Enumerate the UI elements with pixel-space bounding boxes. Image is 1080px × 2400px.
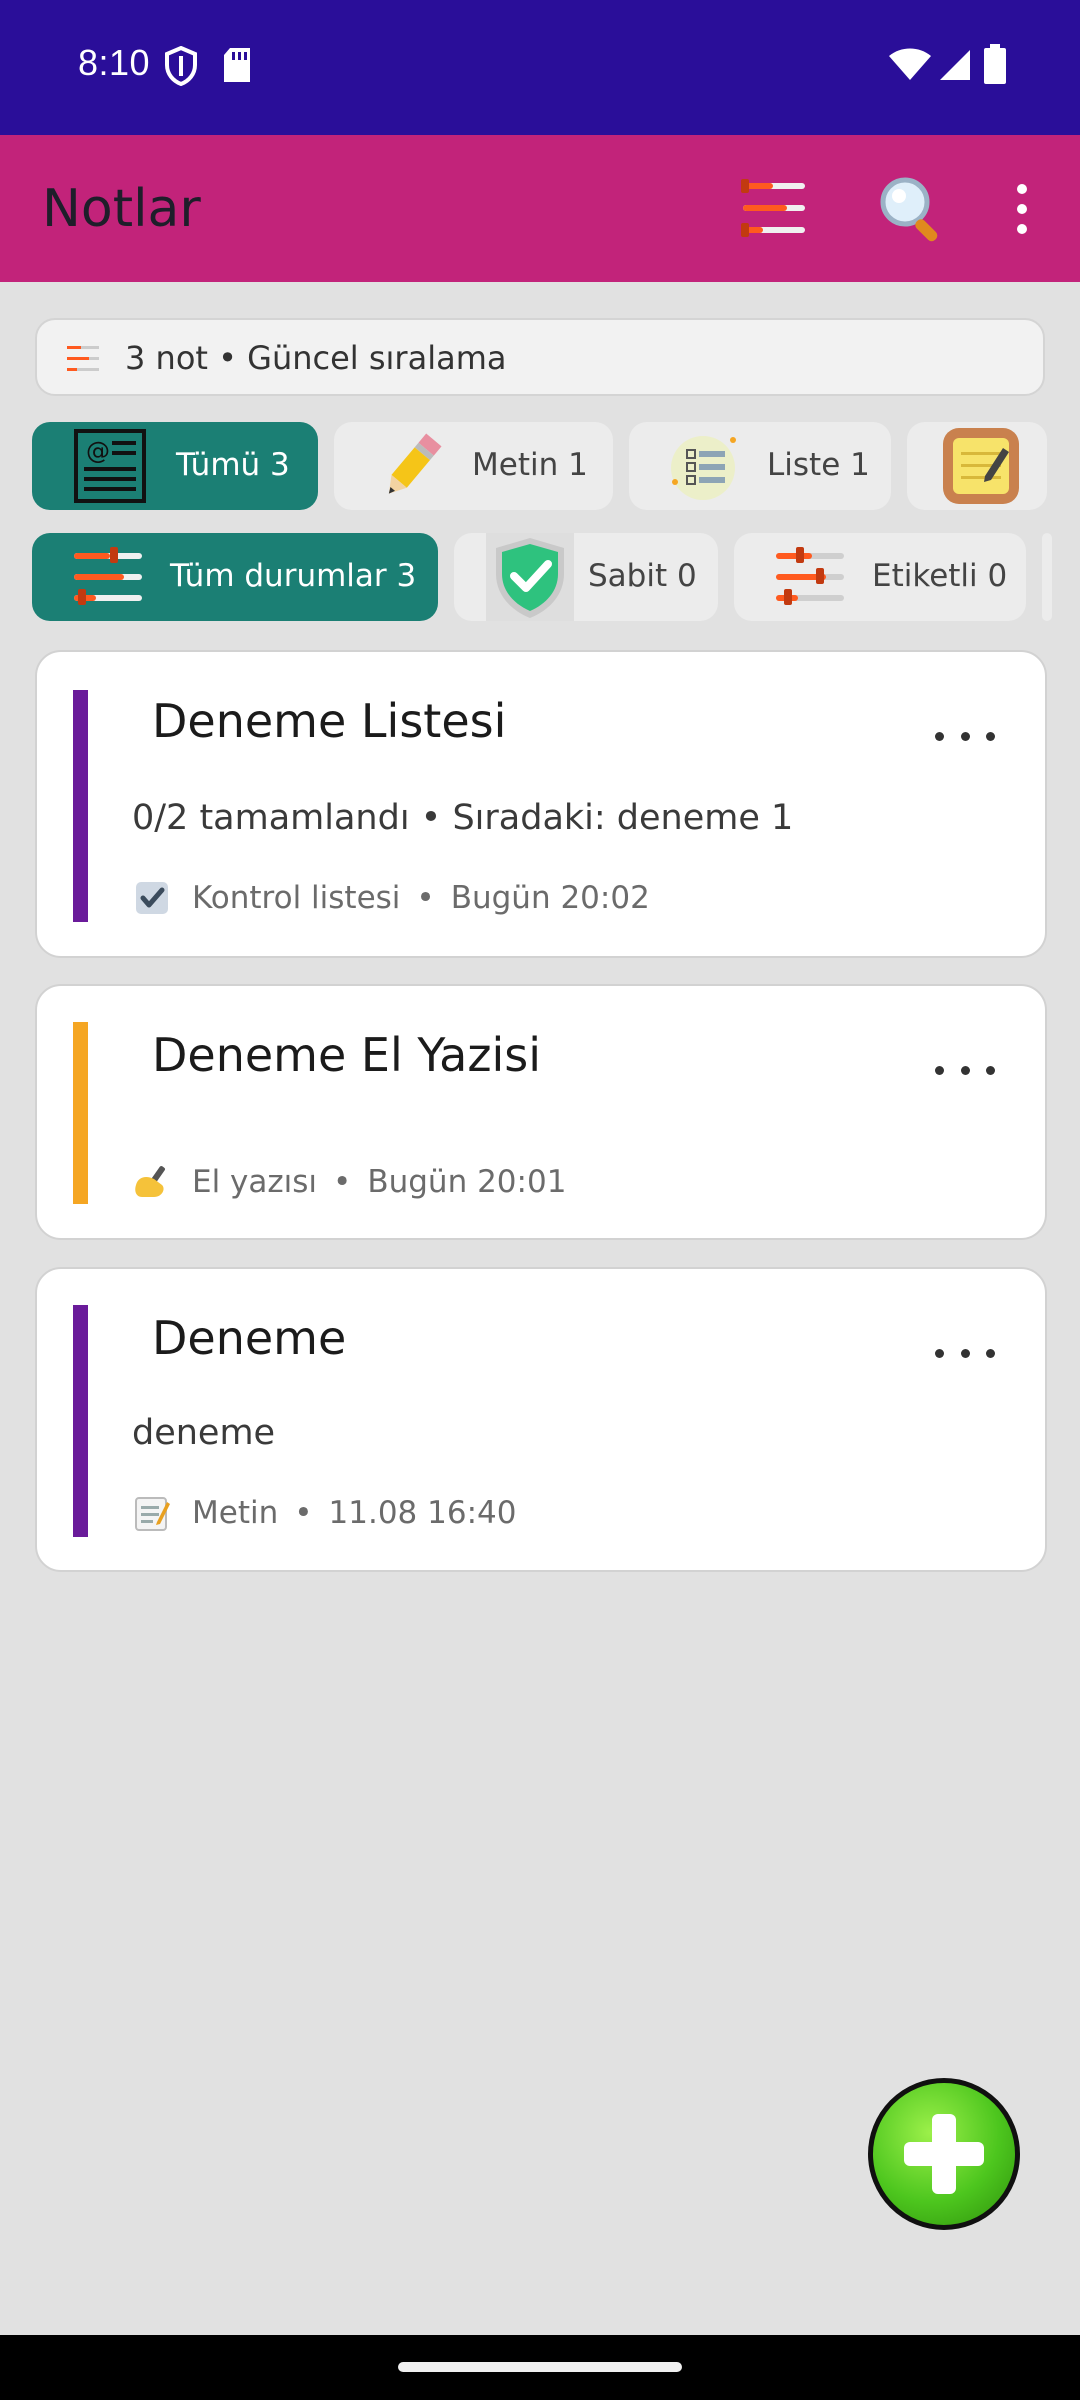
more-dot (986, 731, 995, 741)
more-horiz-icon (935, 731, 944, 741)
more-horiz-icon (935, 1348, 944, 1358)
memo-icon (132, 1493, 172, 1533)
note-type-label: Metin (192, 1495, 279, 1531)
status-chip-overflow[interactable] (1042, 533, 1052, 621)
status-chip-label: Tüm durumlar 3 (170, 558, 417, 594)
status-chip-pinned[interactable]: Sabit 0 (454, 533, 718, 621)
note-card[interactable]: Deneme El Yazisi El yazısı • Bugün 20:01 (35, 984, 1047, 1240)
note-title: Deneme El Yazisi (152, 1028, 542, 1082)
note-more-button[interactable] (935, 1050, 995, 1090)
note-body: deneme (132, 1413, 276, 1453)
checklist-icon (667, 430, 743, 502)
filter-chip-label: Liste 1 (767, 447, 870, 483)
plus-icon (904, 2114, 984, 2194)
note-date: 11.08 16:40 (328, 1495, 517, 1531)
note-meta: Metin • 11.08 16:40 (132, 1493, 516, 1533)
note-accent-bar (73, 1022, 88, 1204)
status-time: 8:10 (78, 42, 151, 83)
note-meta: El yazısı • Bugün 20:01 (132, 1162, 566, 1202)
filter-chip-handwriting[interactable] (907, 422, 1047, 510)
note-meta: Kontrol listesi • Bugün 20:02 (132, 878, 650, 918)
note-date: Bugün 20:02 (450, 880, 650, 916)
wifi-icon (888, 48, 932, 86)
note-title: Deneme Listesi (152, 694, 507, 748)
sort-button[interactable] (734, 169, 814, 249)
signal-icon (938, 48, 972, 86)
more-dot (986, 1348, 995, 1358)
app-bar: Notlar (0, 135, 1080, 282)
note-title: Deneme (152, 1311, 347, 1365)
filter-chip-list[interactable]: Liste 1 (629, 422, 891, 510)
status-chip-tagged[interactable]: Etiketli 0 (734, 533, 1026, 621)
app-title: Notlar (42, 179, 201, 239)
add-note-button[interactable] (868, 2078, 1020, 2230)
note-type-label: Kontrol listesi (192, 880, 401, 916)
note-accent-bar (73, 1305, 88, 1537)
meta-separator: • (333, 1164, 352, 1200)
vpn-shield-icon (164, 45, 198, 90)
more-dot (960, 1065, 970, 1075)
meta-separator: • (294, 1495, 313, 1531)
search-icon (880, 177, 938, 242)
note-card[interactable]: Deneme Listesi 0/2 tamamlandı • Sıradaki… (35, 650, 1047, 958)
writing-hand-icon (132, 1162, 172, 1202)
system-nav-bar (0, 2335, 1080, 2400)
sliders-icon (70, 545, 146, 609)
note-more-button[interactable] (935, 1333, 995, 1373)
more-dot (960, 1348, 970, 1358)
sort-sliders-icon (67, 346, 99, 371)
more-dot (986, 1065, 995, 1075)
shield-check-icon (486, 533, 574, 621)
filter-chip-text[interactable]: Metin 1 (334, 422, 613, 510)
pencil-icon (372, 426, 452, 506)
note-date: Bugün 20:01 (367, 1164, 567, 1200)
more-horiz-icon (935, 1065, 944, 1075)
note-accent-bar (73, 690, 88, 922)
note-more-button[interactable] (935, 716, 995, 756)
status-chip-label: Etiketli 0 (872, 558, 1008, 594)
search-button[interactable] (872, 169, 952, 249)
sort-sliders-icon (741, 179, 805, 237)
svg-text:@: @ (86, 437, 110, 465)
note-type-label: El yazısı (192, 1164, 318, 1200)
status-bar: 8:10 (0, 0, 1080, 135)
summary-text: 3 not • Güncel sıralama (125, 339, 507, 377)
note-body: 0/2 tamamlandı • Sıradaki: deneme 1 (132, 798, 794, 838)
battery-icon (984, 44, 1006, 88)
more-vert-icon (1017, 184, 1027, 234)
filter-chip-all[interactable]: @ Tümü 3 (32, 422, 318, 510)
filter-chip-label: Tümü 3 (176, 447, 290, 483)
sliders-icon (772, 545, 848, 609)
status-chip-all[interactable]: Tüm durumlar 3 (32, 533, 438, 621)
sd-card-icon (222, 46, 252, 88)
checkbox-icon (132, 878, 172, 918)
overflow-menu-button[interactable] (982, 169, 1062, 249)
note-card[interactable]: Deneme deneme Metin • 11.08 16:40 (35, 1267, 1047, 1572)
summary-bar[interactable]: 3 not • Güncel sıralama (35, 318, 1045, 396)
newspaper-icon: @ (72, 428, 148, 504)
notepad-icon (941, 426, 1021, 506)
filter-chip-label: Metin 1 (472, 447, 588, 483)
meta-separator: • (416, 880, 435, 916)
more-dot (960, 731, 970, 741)
home-handle[interactable] (398, 2362, 682, 2372)
status-chip-label: Sabit 0 (588, 558, 697, 594)
